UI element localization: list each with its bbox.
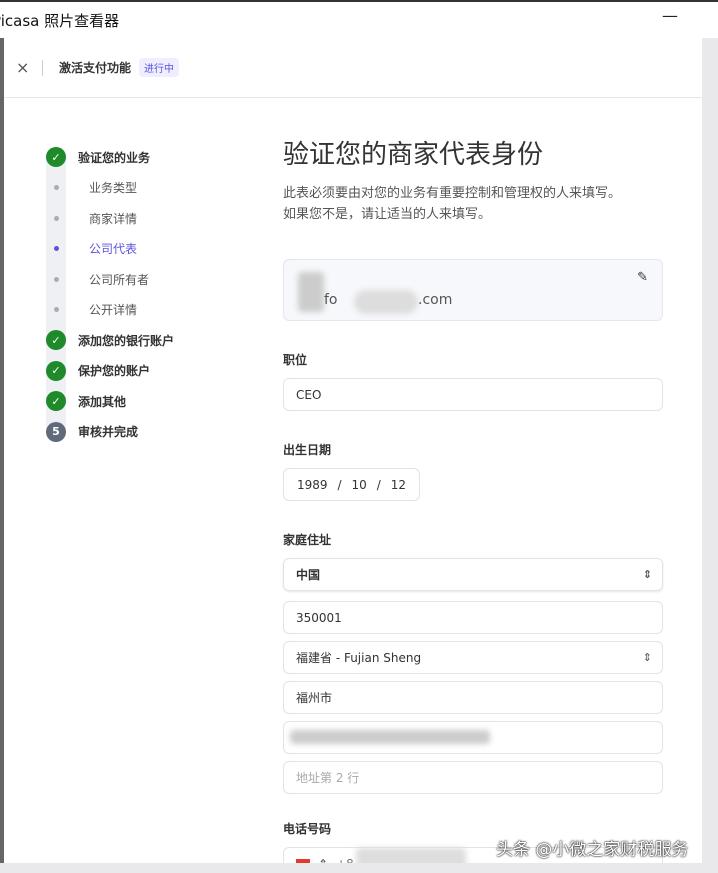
dob-input[interactable]: 1989/10/12 — [283, 468, 420, 501]
nav-step[interactable]: ✓ 验证您的业务 — [42, 142, 242, 173]
app-window: × 激活支付功能 进行中 ✓ 验证您的业务 业务类型商家详情公司代表公司所有者公开详… — [0, 38, 702, 863]
nav-step-label: 商家详情 — [89, 211, 138, 226]
nav-step-label: 添加您的银行账户 — [78, 333, 175, 348]
title-bar: Picasa 照片查看器 — — [0, 0, 718, 38]
nav-step-label: 业务类型 — [89, 181, 138, 196]
header-title: 激活支付功能 — [59, 61, 132, 75]
nav-step-label: 公开详情 — [89, 303, 138, 318]
nav-step[interactable]: 公开详情 — [42, 295, 242, 326]
nav-step-label: 保护您的账户 — [78, 364, 151, 379]
divider — [42, 59, 43, 76]
city-input[interactable]: 福州市 — [283, 681, 663, 714]
nav-step-label: 审核并完成 — [78, 425, 139, 440]
step-number-icon: 5 — [46, 421, 66, 442]
nav-step[interactable]: 商家详情 — [42, 203, 242, 234]
dob-day: 12 — [390, 477, 406, 492]
province-select[interactable]: 福建省 - Fujian Sheng ⇕ — [283, 641, 663, 674]
check-icon: ✓ — [46, 330, 66, 351]
dot-icon — [54, 307, 59, 313]
dot-icon — [54, 276, 59, 282]
nav-step[interactable]: 公司代表 — [42, 234, 242, 265]
page-title: 验证您的商家代表身份 — [283, 140, 544, 170]
country-select[interactable]: 中国 ⇕ — [283, 558, 663, 591]
email-text: fo — [324, 292, 338, 308]
status-badge: 进行中 — [139, 58, 180, 77]
dot-icon — [54, 215, 59, 221]
address-label: 家庭住址 — [283, 533, 332, 547]
address1-input[interactable] — [283, 721, 663, 754]
nav-step-label: 公司所有者 — [89, 272, 150, 287]
chevron-updown-icon: ⇕ — [642, 568, 652, 581]
header: × 激活支付功能 进行中 — [4, 38, 702, 98]
china-flag-icon — [296, 858, 310, 863]
close-icon[interactable]: × — [16, 58, 42, 77]
form: 验证您的商家代表身份 此表必须要由对您的业务有重要控制和管理权的人来填写。 如果您… — [283, 134, 663, 863]
nav-step[interactable]: ✓ 添加您的银行账户 — [42, 325, 242, 356]
dot-icon — [54, 185, 59, 191]
dob-month: 10 — [351, 477, 367, 492]
minimize-button[interactable]: — — [662, 6, 678, 25]
nav-step-label: 添加其他 — [78, 394, 127, 409]
dob-year: 1989 — [296, 477, 328, 492]
nav-step[interactable]: 5 审核并完成 — [42, 417, 242, 448]
check-icon: ✓ — [46, 391, 66, 412]
nav-step[interactable]: 公司所有者 — [42, 264, 242, 295]
nav-step-label: 公司代表 — [89, 242, 138, 257]
email-domain: .com — [418, 292, 453, 308]
dot-icon — [54, 246, 59, 252]
nav-step[interactable]: ✓ 添加其他 — [42, 386, 242, 417]
address2-input[interactable]: 地址第 2 行 — [283, 761, 663, 794]
description: 此表必须要由对您的业务有重要控制和管理权的人来填写。 如果您不是，请让适当的人来填… — [283, 186, 622, 222]
nav-step-label: 验证您的业务 — [78, 150, 151, 165]
nav-step[interactable]: 业务类型 — [42, 173, 242, 204]
check-icon: ✓ — [46, 147, 66, 168]
step-nav: ✓ 验证您的业务 业务类型商家详情公司代表公司所有者公开详情 ✓ 添加您的银行账户 ✓ 保护… — [42, 142, 242, 447]
position-label: 职位 — [283, 353, 308, 367]
representative-card: fo .com ✎ — [283, 259, 663, 321]
watermark: 头条 @小微之家财税服务 — [496, 840, 689, 860]
position-input[interactable]: CEO — [283, 378, 663, 411]
dob-label: 出生日期 — [283, 443, 332, 457]
check-icon: ✓ — [46, 360, 66, 381]
postal-input[interactable]: 350001 — [283, 601, 663, 634]
chevron-updown-icon: ⇕ — [318, 857, 328, 864]
window-title: Picasa 照片查看器 — [0, 12, 120, 30]
chevron-updown-icon: ⇕ — [642, 651, 652, 664]
nav-step[interactable]: ✓ 保护您的账户 — [42, 356, 242, 387]
pencil-icon[interactable]: ✎ — [637, 270, 648, 285]
